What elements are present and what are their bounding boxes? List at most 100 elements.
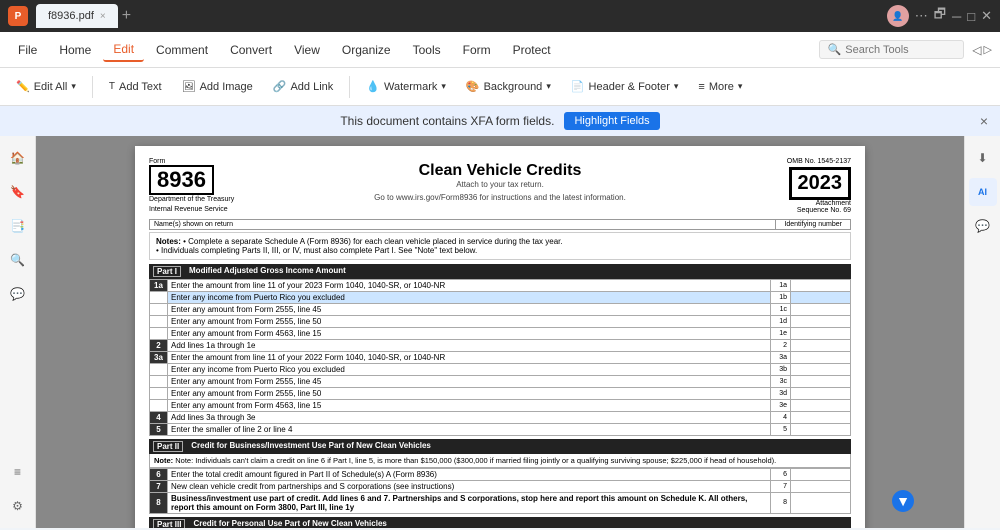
sidebar-settings-icon[interactable]: ⚙: [4, 492, 32, 520]
minimize-icon[interactable]: ─: [952, 9, 961, 24]
value-cell[interactable]: [791, 423, 851, 435]
value-cell[interactable]: [791, 492, 851, 513]
menu-convert[interactable]: Convert: [220, 39, 282, 61]
sidebar-comment-icon[interactable]: 💬: [4, 280, 32, 308]
chat-icon[interactable]: 💬: [969, 212, 997, 240]
menu-edit[interactable]: Edit: [103, 38, 144, 62]
row-label: 7: [150, 480, 168, 492]
part1-table: 1a Enter the amount from line 11 of your…: [149, 279, 851, 436]
sidebar-page-icon[interactable]: 📑: [4, 212, 32, 240]
line-num: 2: [771, 339, 791, 351]
value-cell[interactable]: [791, 468, 851, 480]
line-num: 1d: [771, 315, 791, 327]
part3-title: Credit for Personal Use Part of New Clea…: [193, 519, 386, 528]
row-label: 1a: [150, 279, 168, 291]
add-link-button[interactable]: 🔗 Add Link: [265, 76, 342, 97]
pdf-page: Form 8936 Department of the Treasury Int…: [135, 146, 865, 528]
table-row: 1a Enter the amount from line 11 of your…: [150, 279, 851, 291]
watermark-button[interactable]: 💧 Watermark ▾: [358, 76, 454, 97]
table-row: 7 New clean vehicle credit from partners…: [150, 480, 851, 492]
tab-close-btn[interactable]: ×: [100, 11, 106, 22]
dept-info: Department of the Treasury Internal Reve…: [149, 195, 234, 215]
value-cell[interactable]: [791, 279, 851, 291]
value-cell[interactable]: [791, 351, 851, 363]
name-label: Name(s) shown on return: [150, 220, 775, 229]
value-cell[interactable]: [791, 411, 851, 423]
active-tab[interactable]: f8936.pdf ×: [36, 4, 118, 28]
notes-box: Notes: • Complete a separate Schedule A …: [149, 232, 851, 260]
line-num: 1b: [771, 291, 791, 303]
restore-icon[interactable]: 🗗: [934, 5, 946, 27]
value-cell[interactable]: [791, 327, 851, 339]
table-row: Enter any income from Puerto Rico you ex…: [150, 291, 851, 303]
more-button[interactable]: ≡ More ▾: [690, 77, 750, 97]
row-label: 8: [150, 492, 168, 513]
edit-icon: ✏️: [16, 80, 30, 93]
value-cell[interactable]: [791, 291, 851, 303]
table-row: 3a Enter the amount from line 11 of your…: [150, 351, 851, 363]
value-cell[interactable]: [791, 339, 851, 351]
value-cell[interactable]: [791, 399, 851, 411]
table-row: Enter any amount from Form 2555, line 45…: [150, 303, 851, 315]
form-omb-area: OMB No. 1545-2137 2023 Attachment Sequen…: [761, 158, 851, 214]
menu-form[interactable]: Form: [453, 39, 501, 61]
scroll-down-button[interactable]: ▼: [892, 490, 914, 512]
part2-table: 6 Enter the total credit amount figured …: [149, 468, 851, 514]
menu-protect[interactable]: Protect: [503, 39, 561, 61]
search-input[interactable]: [845, 44, 955, 56]
value-cell[interactable]: [791, 387, 851, 399]
value-cell[interactable]: [791, 375, 851, 387]
part2-label: Part II: [153, 441, 183, 452]
add-image-button[interactable]: 🖼 Add Image: [174, 76, 261, 97]
search-tools[interactable]: 🔍: [819, 40, 965, 59]
header-footer-button[interactable]: 📄 Header & Footer ▾: [563, 76, 687, 97]
title-bar: P f8936.pdf × + 👤 ⋯ 🗗 ─ □ ✕: [0, 0, 1000, 32]
menu-bar: File Home Edit Comment Convert View Orga…: [0, 32, 1000, 68]
row-desc: Enter any amount from Form 2555, line 45: [168, 375, 771, 387]
table-row: Enter any income from Puerto Rico you ex…: [150, 363, 851, 375]
settings-icon[interactable]: ⋯: [915, 8, 928, 24]
maximize-icon[interactable]: □: [967, 9, 975, 24]
line-num: 5: [771, 423, 791, 435]
part3-header: Part III Credit for Personal Use Part of…: [149, 517, 851, 528]
value-cell[interactable]: [791, 315, 851, 327]
table-row: 8 Business/investment use part of credit…: [150, 492, 851, 513]
identifying-label: Identifying number: [775, 220, 850, 229]
notification-close-btn[interactable]: ×: [980, 113, 988, 129]
value-cell[interactable]: [791, 303, 851, 315]
sidebar-search-icon[interactable]: 🔍: [4, 246, 32, 274]
value-cell[interactable]: [791, 480, 851, 492]
header-icon: 📄: [571, 80, 585, 93]
nav-back-icon[interactable]: ◁: [972, 43, 981, 57]
close-icon[interactable]: ✕: [981, 8, 992, 24]
background-button[interactable]: 🎨 Background ▾: [458, 76, 559, 97]
new-tab-btn[interactable]: +: [122, 7, 131, 25]
download-icon[interactable]: ⬇: [969, 144, 997, 172]
table-row: Enter any amount from Form 4563, line 15…: [150, 327, 851, 339]
row-desc: Add lines 3a through 3e: [168, 411, 771, 423]
menu-comment[interactable]: Comment: [146, 39, 218, 61]
menu-organize[interactable]: Organize: [332, 39, 401, 61]
row-label: 5: [150, 423, 168, 435]
table-row: Enter any amount from Form 2555, line 50…: [150, 315, 851, 327]
right-sidebar: ⬇ AI 💬: [964, 136, 1000, 528]
ai-icon[interactable]: AI: [969, 178, 997, 206]
add-text-button[interactable]: T Add Text: [101, 77, 170, 97]
sidebar-home-icon[interactable]: 🏠: [4, 144, 32, 172]
menu-view[interactable]: View: [284, 39, 330, 61]
menu-home[interactable]: Home: [49, 39, 101, 61]
menu-file[interactable]: File: [8, 39, 47, 61]
line-num: 1a: [771, 279, 791, 291]
form-title: Clean Vehicle Credits: [239, 158, 761, 180]
value-cell[interactable]: [791, 363, 851, 375]
form-prefix: Form: [149, 158, 165, 165]
menu-tools[interactable]: Tools: [403, 39, 451, 61]
notification-message: This document contains XFA form fields.: [340, 114, 554, 128]
table-row: 6 Enter the total credit amount figured …: [150, 468, 851, 480]
sidebar-bookmark-icon[interactable]: 🔖: [4, 178, 32, 206]
nav-forward-icon[interactable]: ▷: [984, 43, 992, 56]
sidebar-layers-icon[interactable]: ≡: [4, 458, 32, 486]
highlight-fields-button[interactable]: Highlight Fields: [564, 112, 659, 130]
edit-all-button[interactable]: ✏️ Edit All ▾: [8, 76, 84, 97]
line-num: 6: [771, 468, 791, 480]
